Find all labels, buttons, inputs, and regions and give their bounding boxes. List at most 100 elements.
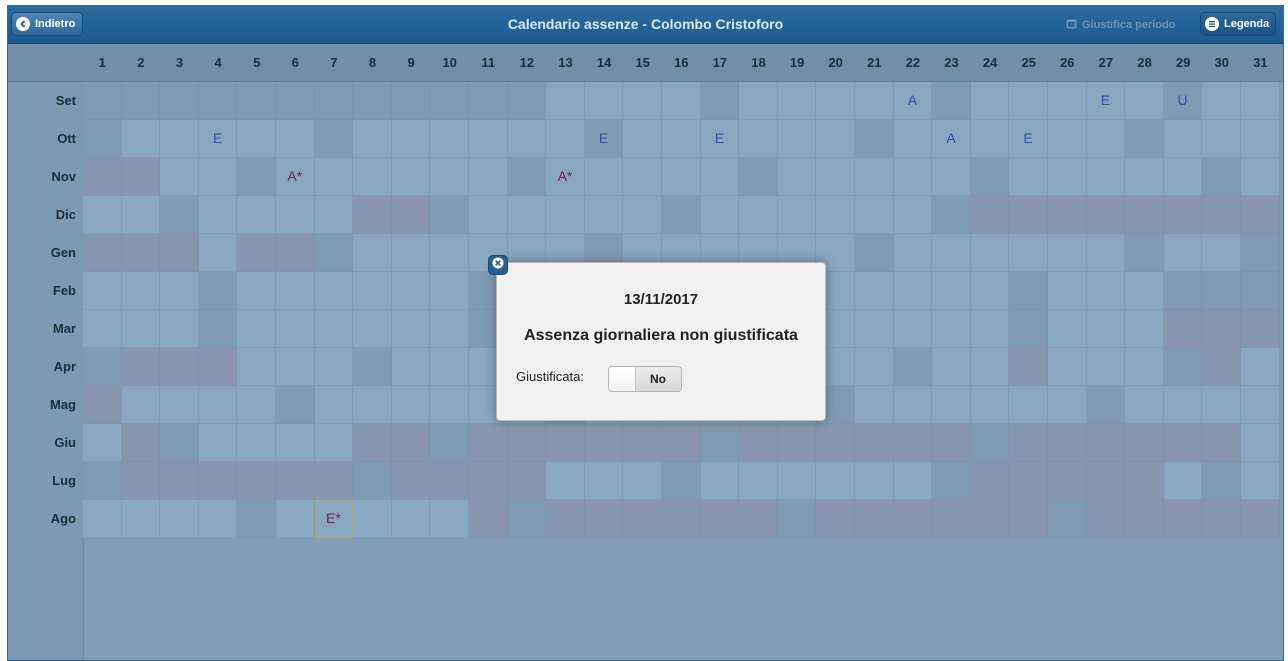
day-cell[interactable] [855,424,894,462]
day-cell[interactable] [276,424,315,462]
day-cell[interactable] [1086,272,1126,310]
day-cell[interactable] [237,310,276,348]
day-cell[interactable] [469,500,508,538]
day-cell[interactable] [893,386,933,424]
day-cell[interactable] [83,310,122,348]
day-cell[interactable] [1009,348,1048,386]
day-cell[interactable] [1048,310,1087,348]
day-cell[interactable] [777,120,817,158]
day-cell[interactable] [1048,196,1087,234]
day-cell[interactable] [662,82,701,120]
day-cell[interactable]: A* [546,158,585,196]
day-cell[interactable] [816,462,855,500]
day-cell[interactable] [276,310,315,348]
day-cell[interactable] [546,424,585,462]
day-cell[interactable] [970,82,1010,120]
day-cell[interactable] [893,462,933,500]
day-cell[interactable] [276,500,315,538]
day-cell[interactable] [1086,348,1126,386]
day-cell[interactable] [314,272,354,310]
day-cell[interactable] [855,500,894,538]
day-cell[interactable] [353,500,392,538]
day-cell[interactable] [1125,500,1164,538]
day-cell[interactable] [160,234,199,272]
day-cell[interactable] [777,462,817,500]
day-cell[interactable] [1009,272,1048,310]
day-cell[interactable] [1125,462,1164,500]
day-cell[interactable]: E [1009,120,1048,158]
day-cell[interactable] [237,348,276,386]
justify-period-button[interactable]: Giustifica periodo [1066,14,1176,36]
day-cell[interactable] [816,82,855,120]
day-cell[interactable] [1125,310,1164,348]
day-cell[interactable] [469,120,508,158]
day-cell[interactable] [1009,500,1048,538]
day-cell[interactable] [855,120,894,158]
day-cell[interactable]: E [700,120,740,158]
day-cell[interactable] [469,158,508,196]
day-cell[interactable] [1125,234,1164,272]
day-cell[interactable] [855,82,894,120]
day-cell[interactable] [1048,348,1087,386]
day-cell[interactable] [121,272,161,310]
day-cell[interactable] [970,272,1010,310]
day-cell[interactable] [160,500,199,538]
day-cell[interactable] [1048,462,1087,500]
day-cell[interactable] [237,196,276,234]
day-cell[interactable]: A [932,120,971,158]
day-cell[interactable] [160,424,199,462]
day-cell[interactable] [160,386,199,424]
day-cell[interactable] [1125,272,1164,310]
day-cell[interactable] [391,386,431,424]
day-cell[interactable] [198,386,238,424]
day-cell[interactable] [121,348,161,386]
day-cell[interactable] [1241,462,1280,500]
day-cell[interactable] [276,386,315,424]
day-cell[interactable] [932,272,971,310]
day-cell[interactable] [546,120,585,158]
day-cell[interactable] [739,462,778,500]
day-cell[interactable] [391,120,431,158]
day-cell[interactable] [121,234,161,272]
day-cell[interactable] [276,196,315,234]
day-cell[interactable] [932,196,971,234]
day-cell[interactable] [430,310,469,348]
day-cell[interactable] [623,82,662,120]
day-cell[interactable] [1202,158,1241,196]
day-cell[interactable] [276,462,315,500]
day-cell[interactable] [855,272,894,310]
day-cell[interactable] [121,462,161,500]
day-cell[interactable] [314,196,354,234]
day-cell[interactable] [121,196,161,234]
day-cell[interactable] [160,310,199,348]
day-cell[interactable] [353,120,392,158]
day-cell[interactable] [1202,120,1241,158]
day-cell[interactable] [314,386,354,424]
back-button[interactable]: Indietro [11,12,84,36]
day-cell[interactable] [1241,348,1280,386]
day-cell[interactable] [469,196,508,234]
day-cell[interactable] [1202,386,1241,424]
day-cell[interactable] [198,462,238,500]
day-cell[interactable] [1241,196,1280,234]
day-cell[interactable] [777,424,817,462]
day-cell[interactable] [198,158,238,196]
day-cell[interactable] [777,158,817,196]
day-cell[interactable] [237,386,276,424]
day-cell[interactable] [970,348,1010,386]
day-cell[interactable] [662,158,701,196]
day-cell[interactable] [83,386,122,424]
day-cell[interactable] [1086,424,1126,462]
day-cell[interactable] [1009,234,1048,272]
day-cell[interactable] [353,196,392,234]
day-cell[interactable] [970,310,1010,348]
day-cell[interactable] [391,424,431,462]
day-cell[interactable] [855,348,894,386]
day-cell[interactable] [546,462,585,500]
day-cell[interactable] [469,462,508,500]
day-cell[interactable] [121,386,161,424]
day-cell[interactable] [970,386,1010,424]
day-cell[interactable] [83,500,122,538]
day-cell[interactable] [507,158,547,196]
day-cell[interactable] [314,462,354,500]
